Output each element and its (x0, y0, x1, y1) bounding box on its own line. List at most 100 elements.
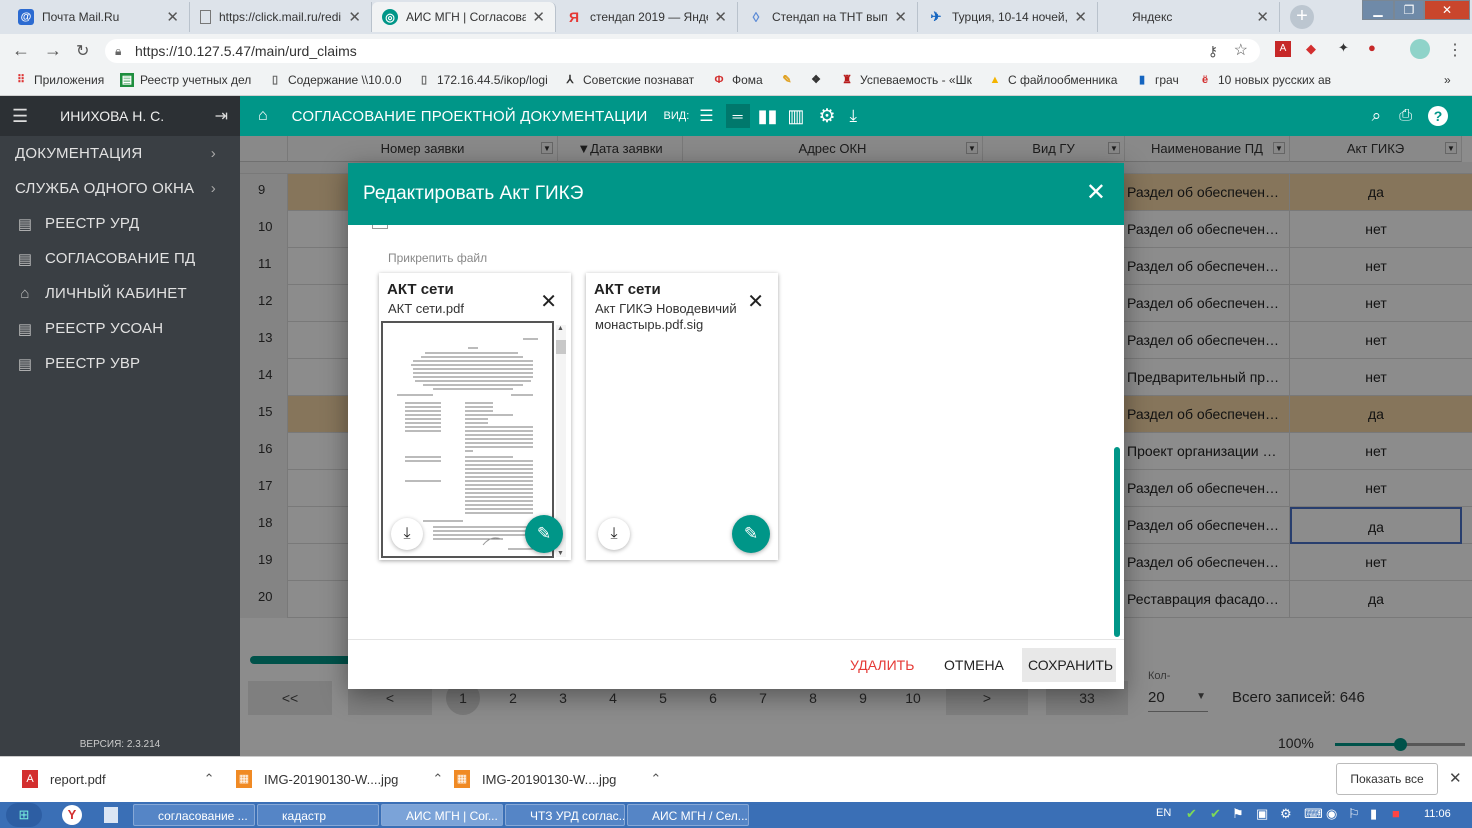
tray-icon[interactable]: ⚙ (1280, 806, 1292, 822)
download-file-button[interactable]: ⤓ (391, 518, 423, 550)
close-icon[interactable]: ✕ (166, 8, 179, 26)
maximize-button[interactable]: ❐ (1394, 0, 1424, 20)
chevron-up-icon[interactable]: ⌃ (204, 771, 215, 787)
sidebar-item-reestr-uvr[interactable]: ▤ РЕЕСТР УВР (0, 346, 240, 381)
download-item[interactable]: A report.pdf ⌃ (22, 770, 215, 788)
search-icon[interactable]: ⌕ (1372, 106, 1382, 126)
extension-icon[interactable]: ● (1368, 40, 1376, 55)
bookmark-item[interactable]: ✎ (780, 73, 800, 87)
tray-icon[interactable]: ▮ (1370, 806, 1377, 822)
chevron-up-icon[interactable]: ⌃ (650, 771, 661, 787)
help-icon[interactable]: ? (1428, 106, 1448, 126)
sidebar-item-reestr-usoan[interactable]: ▤ РЕЕСТР УСОАН (0, 311, 240, 346)
download-icon[interactable]: ⤓ (849, 106, 857, 126)
bookmark-item[interactable]: ▤ Реестр учетных дел (120, 73, 251, 87)
close-icon[interactable]: ✕ (532, 8, 545, 26)
new-tab-button[interactable]: + (1290, 5, 1314, 29)
close-icon[interactable]: ✕ (894, 8, 907, 26)
download-item[interactable]: ▦ IMG-20190130-W....jpg ⌃ (454, 770, 661, 788)
bookmark-item[interactable]: ▲ С файлообменника (988, 73, 1118, 87)
bookmark-item[interactable]: ⅄ Советские познават (563, 73, 695, 87)
show-all-downloads-button[interactable]: Показать все (1336, 763, 1438, 795)
print-icon[interactable]: ⎙ (1399, 107, 1412, 125)
star-icon[interactable]: ☆ (1234, 39, 1248, 63)
bookmark-item[interactable]: ё 10 новых русских ав (1198, 73, 1331, 87)
language-indicator[interactable]: EN (1156, 807, 1171, 819)
grid-view-icon[interactable]: ▥ (787, 106, 804, 127)
edit-file-button[interactable]: ✎ (732, 515, 770, 553)
close-icon[interactable]: ✕ (1074, 8, 1087, 26)
save-button[interactable]: СОХРАНИТЬ (1022, 648, 1116, 682)
browser-tab[interactable]: ✈ Турция, 10-14 ночей, с ✕ (918, 2, 1098, 32)
list-view-icon[interactable]: ☰ (699, 106, 713, 126)
close-icon[interactable]: ✕ (1449, 769, 1462, 787)
tray-icon[interactable]: ⚑ (1232, 806, 1244, 822)
menu-icon[interactable]: ⋮ (1447, 40, 1463, 60)
tray-icon[interactable]: ⌨ (1304, 806, 1323, 822)
columns-view-icon[interactable]: ▮▮ (758, 106, 778, 127)
shield-icon[interactable]: ✔ (1186, 806, 1197, 822)
download-file-button[interactable]: ⤓ (598, 518, 630, 550)
gear-icon[interactable]: ⚙ (818, 105, 835, 128)
home-icon[interactable]: ⌂ (258, 107, 268, 125)
bookmark-item[interactable]: ▯ Содержание \\10.0.0 (268, 73, 402, 87)
checkbox-partial[interactable] (372, 225, 388, 229)
network-icon[interactable]: ▣ (1256, 806, 1268, 822)
bookmark-item[interactable]: ▯ 172.16.44.5/ikop/logi (417, 73, 548, 87)
key-icon[interactable]: ⚷ (1208, 39, 1218, 63)
taskbar-item[interactable]: АИС МГН / Сел... (627, 804, 749, 826)
taskbar-item[interactable]: АИС МГН | Сог... (381, 804, 503, 826)
close-window-button[interactable]: ✕ (1424, 0, 1470, 20)
extension-icon[interactable]: ✦ (1338, 40, 1349, 56)
browser-tab[interactable]: ◊ Стендап на ТНТ выпус ✕ (738, 2, 918, 32)
logout-icon[interactable]: ⇥ (215, 106, 228, 126)
more-bookmarks[interactable]: » (1444, 73, 1451, 87)
pdf-extension-icon[interactable]: A (1275, 41, 1291, 57)
app-icon[interactable] (104, 807, 118, 823)
delete-button[interactable]: УДАЛИТЬ (844, 648, 920, 682)
forward-icon[interactable]: → (44, 40, 62, 61)
chevron-up-icon[interactable]: ⌃ (432, 771, 443, 787)
dialog-scrollbar[interactable] (1114, 447, 1120, 637)
tray-icon[interactable]: ✔ (1210, 806, 1221, 822)
bookmark-item[interactable]: Φ Фома (712, 73, 762, 87)
sidebar-item-one-window[interactable]: СЛУЖБА ОДНОГО ОКНА › (0, 171, 240, 206)
profile-avatar[interactable] (1410, 39, 1430, 59)
bookmark-item[interactable]: ▮ грач (1135, 73, 1179, 87)
back-icon[interactable]: ← (12, 40, 30, 61)
browser-tab[interactable]: Я стендап 2019 — Яндек ✕ (556, 2, 738, 32)
sidebar-item-reestr-urd[interactable]: ▤ РЕЕСТР УРД (0, 206, 240, 241)
sidebar-item-cabinet[interactable]: ⌂ ЛИЧНЫЙ КАБИНЕТ (0, 276, 240, 311)
tray-icon[interactable]: ■ (1392, 806, 1400, 821)
bookmark-item[interactable]: ❖ (809, 73, 829, 87)
compact-view-icon[interactable]: ═ (725, 104, 750, 128)
sidebar-item-soglasovanie-pd[interactable]: ▤ СОГЛАСОВАНИЕ ПД (0, 241, 240, 276)
cancel-button[interactable]: ОТМЕНА (938, 648, 1010, 682)
browser-tab[interactable]: Яндекс ✕ (1098, 2, 1280, 32)
minimize-button[interactable]: ▁ (1362, 0, 1394, 20)
start-button[interactable]: ⊞ (6, 803, 42, 827)
remove-file-icon[interactable]: ✕ (747, 289, 764, 314)
taskbar-item[interactable]: ЧТЗ УРД соглас... (505, 804, 625, 826)
reload-icon[interactable]: ↻ (76, 41, 89, 61)
bookmark-item[interactable]: ⠿ Приложения (14, 73, 104, 87)
browser-tab[interactable]: https://click.mail.ru/redi ✕ (190, 2, 372, 32)
yandex-icon[interactable]: Y (62, 805, 82, 825)
edit-file-button[interactable]: ✎ (525, 515, 563, 553)
bookmark-item[interactable]: ♜ Успеваемость - «Шк (840, 73, 972, 87)
taskbar-item[interactable]: согласование ... (133, 804, 255, 826)
browser-tab-active[interactable]: ◎ АИС МГН | Согласован ✕ (372, 2, 556, 32)
close-icon[interactable]: ✕ (714, 8, 727, 26)
tray-icon[interactable]: ◉ (1326, 806, 1337, 822)
flag-icon[interactable]: ⚐ (1348, 806, 1360, 822)
browser-tab[interactable]: @ Почта Mail.Ru ✕ (8, 2, 190, 32)
extension-icon[interactable]: ◆ (1306, 41, 1316, 57)
hamburger-icon[interactable]: ☰ (12, 106, 28, 127)
close-icon[interactable]: ✕ (348, 8, 361, 26)
sidebar-item-documentation[interactable]: ДОКУМЕНТАЦИЯ › (0, 136, 240, 171)
url-input[interactable]: 🔒︎ https://10.127.5.47/main/urd_claims ⚷… (105, 39, 1260, 63)
download-item[interactable]: ▦ IMG-20190130-W....jpg ⌃ (236, 770, 443, 788)
taskbar-item[interactable]: кадастр (257, 804, 379, 826)
remove-file-icon[interactable]: ✕ (540, 289, 557, 314)
close-icon[interactable]: ✕ (1256, 8, 1269, 26)
